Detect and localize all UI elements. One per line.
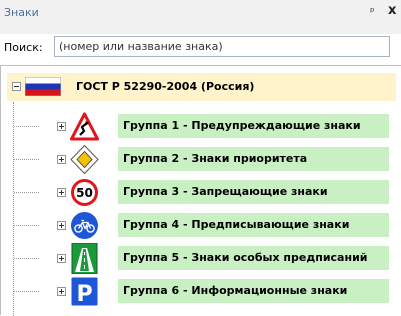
tree-item-label: Группа 5 - Знаки особых предписаний <box>123 251 368 264</box>
tree-item-label: Группа 1 - Предупреждающие знаки <box>123 119 361 132</box>
tree-root-row[interactable]: ГОСТ Р 52290-2004 (Россия) <box>7 73 396 101</box>
tree-item-label: Группа 4 - Предписывающие знаки <box>123 218 350 231</box>
pin-icon[interactable]: ᵖ <box>370 5 375 18</box>
tree-item-group-1[interactable]: Группа 1 - Предупреждающие знаки <box>1 111 400 142</box>
tree-item-group-3[interactable]: 50 Группа 3 - Запрещающие знаки <box>1 177 400 208</box>
svg-text:P: P <box>76 282 92 307</box>
signs-tree: ГОСТ Р 52290-2004 (Россия) Группа 1 - Пр… <box>0 65 401 316</box>
expand-icon[interactable] <box>57 122 66 131</box>
motorway-icon <box>71 243 98 274</box>
warning-sign-icon <box>70 112 99 141</box>
tree-item-label: Группа 2 - Знаки приоритета <box>123 152 308 165</box>
svg-text:50: 50 <box>76 186 93 200</box>
russia-flag-icon <box>25 77 61 96</box>
panel-titlebar: Знаки ᵖ x <box>0 0 401 34</box>
tree-item-group-5[interactable]: Группа 5 - Знаки особых предписаний <box>1 243 400 274</box>
collapse-icon[interactable] <box>12 82 21 91</box>
tree-item-label: Группа 3 - Запрещающие знаки <box>123 185 328 198</box>
bicycle-path-icon <box>71 212 98 239</box>
tree-item-group-6[interactable]: P Группа 6 - Информационные знаки <box>1 276 400 307</box>
priority-road-icon <box>70 144 99 175</box>
search-label: Поиск: <box>4 41 43 54</box>
expand-icon[interactable] <box>57 221 66 230</box>
speed-limit-icon: 50 <box>71 179 98 206</box>
signs-panel: Знаки ᵖ x Поиск: ГОСТ Р 52290-2004 (Росс… <box>0 0 401 316</box>
tree-item-group-2[interactable]: Группа 2 - Знаки приоритета <box>1 144 400 175</box>
expand-icon[interactable] <box>57 155 66 164</box>
expand-icon[interactable] <box>57 254 66 263</box>
expand-icon[interactable] <box>57 287 66 296</box>
close-icon[interactable]: x <box>388 3 396 18</box>
expand-icon[interactable] <box>57 188 66 197</box>
tree-item-label: Группа 6 - Информационные знаки <box>123 284 348 297</box>
tree-root-label: ГОСТ Р 52290-2004 (Россия) <box>76 80 255 93</box>
search-input[interactable] <box>54 36 390 57</box>
parking-icon: P <box>71 277 98 307</box>
panel-title: Знаки <box>4 6 39 19</box>
tree-item-group-4[interactable]: Группа 4 - Предписывающие знаки <box>1 210 400 241</box>
